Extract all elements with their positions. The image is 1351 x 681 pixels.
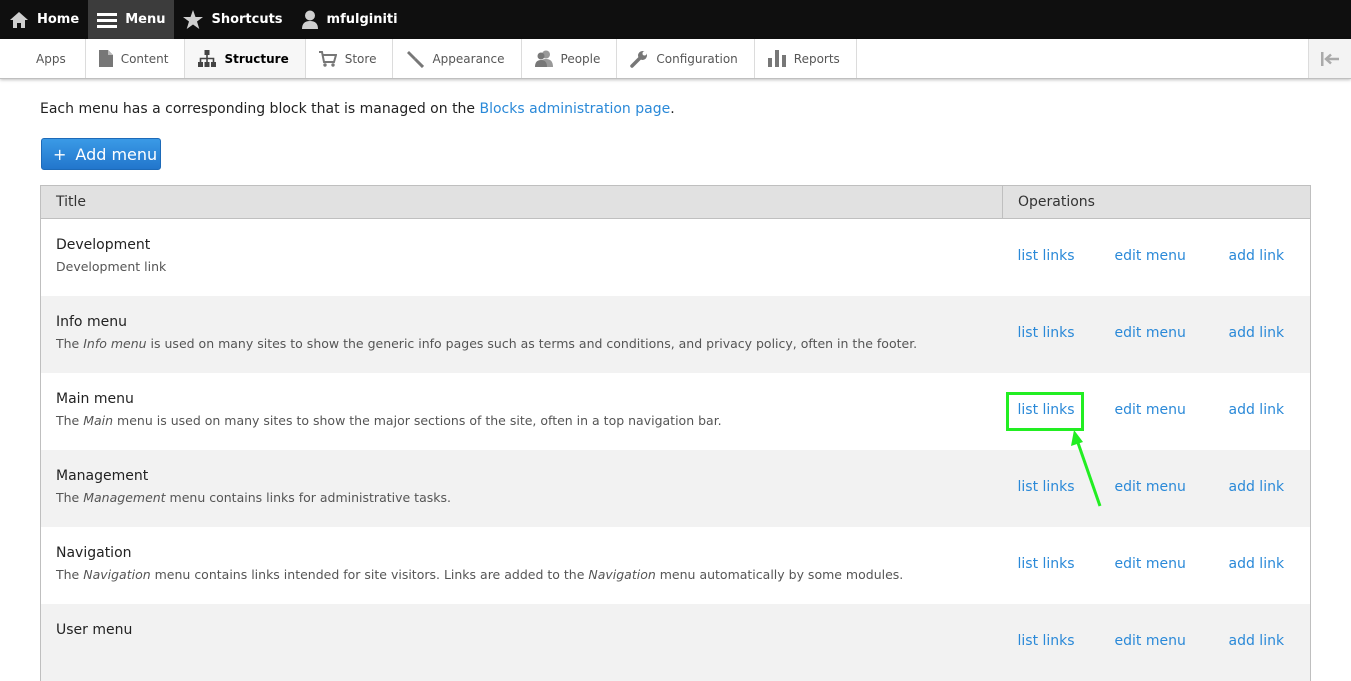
highlight-box [1006,392,1084,431]
add-menu-button[interactable]: + Add menu [41,138,161,170]
tray-label: Appearance [432,51,505,66]
edit-menu-link[interactable]: edit menu [1115,556,1186,572]
menu-description: The Info menu is used on many sites to s… [56,335,918,351]
hamburger-icon [97,12,118,28]
tray-item-reports[interactable]: Reports [755,39,857,78]
tray-label: Apps [36,51,66,66]
column-header-title: Title [40,185,1003,219]
title-cell: User menu [41,604,1003,681]
wrench-icon [630,50,648,68]
blocks-admin-link[interactable]: Blocks administration page [480,101,671,117]
cart-icon [318,50,337,67]
user-icon [301,10,318,29]
edit-menu-link[interactable]: edit menu [1115,248,1186,264]
table-row: Navigation The Navigation menu contains l… [41,527,1311,604]
column-header-operations: Operations [1002,185,1311,219]
toolbar-home[interactable]: Home [0,0,88,39]
title-cell: Info menu The Info menu is used on many s… [41,296,1003,373]
list-links-link[interactable]: list links [1018,556,1075,572]
menu-name: Main menu [56,390,134,407]
home-icon [10,11,28,28]
add-link-link[interactable]: add link [1229,479,1285,495]
tray-label: Store [344,51,377,66]
add-link-link[interactable]: add link [1229,325,1285,341]
star-icon [183,10,204,29]
toolbar-shortcuts-label: Shortcuts [211,12,283,27]
toolbar-tray: Apps Content Structure Store Appearance … [0,39,1351,79]
document-icon [98,50,113,67]
edit-menu-link[interactable]: edit menu [1115,633,1186,649]
intro-text: Each menu has a corresponding block that… [40,101,675,117]
menu-name: Info menu [56,313,127,330]
toolbar-shortcuts[interactable]: Shortcuts [174,0,291,39]
operations-cell: list links edit menu add link [1003,296,1311,373]
add-link-link[interactable]: add link [1229,633,1285,649]
operations-cell: list links edit menu add link [1003,450,1311,527]
add-link-link[interactable]: add link [1229,556,1285,572]
edit-menu-link[interactable]: edit menu [1115,402,1186,418]
plus-icon: + [53,144,67,164]
tray-item-people[interactable]: People [522,39,618,78]
tray-item-appearance[interactable]: Appearance [393,39,522,78]
structure-icon [198,50,217,67]
operations-cell: list links edit menu add link [1003,219,1311,296]
title-cell: Management The Management menu contains l… [41,450,1003,527]
tray-label: Reports [793,51,840,66]
table-row: Main menu The Main menu is used on many s… [41,373,1311,450]
tray-item-content[interactable]: Content [86,39,186,78]
collapse-tray-button[interactable] [1308,39,1351,78]
paintbrush-icon [407,50,425,68]
add-link-link[interactable]: add link [1229,402,1285,418]
tray-item-apps[interactable]: Apps [0,39,86,78]
operations-cell: list links edit menu add link [1003,604,1311,681]
bar-chart-icon [767,50,786,67]
list-links-link[interactable]: list links [1018,248,1075,264]
title-cell: Development Development link [41,219,1003,296]
menu-description: The Main menu is used on many sites to s… [56,412,722,428]
tray-label: People [560,51,601,66]
tray-label: Configuration [656,51,738,66]
menu-name: User menu [56,621,133,638]
admin-toolbar: Home Menu Shortcuts mfulginiti [0,0,1351,39]
menus-table: Title Operations Development Development … [40,185,1311,681]
menu-description: The Navigation menu contains links inten… [56,566,904,582]
tray-item-structure[interactable]: Structure [185,39,306,78]
menu-description: Development link [56,259,167,274]
collapse-left-icon [1321,51,1339,66]
table-row: Info menu The Info menu is used on many s… [40,295,1311,373]
menu-name: Management [56,467,149,484]
operations-cell: list links edit menu add link [1003,527,1311,604]
tray-label: Content [120,51,169,66]
title-cell: Navigation The Navigation menu contains l… [41,527,1003,604]
toolbar-menu-label: Menu [125,12,166,27]
tray-label: Structure [224,51,289,66]
list-links-link[interactable]: list links [1018,325,1075,341]
tray-item-configuration[interactable]: Configuration [617,39,755,78]
toolbar-user[interactable]: mfulginiti [292,0,407,39]
edit-menu-link[interactable]: edit menu [1115,325,1186,341]
menu-name: Development [56,237,151,253]
people-icon [534,50,553,67]
toolbar-home-label: Home [37,12,80,27]
edit-menu-link[interactable]: edit menu [1115,479,1186,495]
menu-description: The Management menu contains links for a… [56,489,451,505]
tray-item-store[interactable]: Store [306,39,394,78]
table-row: Management The Management menu contains l… [40,449,1311,527]
title-cell: Main menu The Main menu is used on many s… [41,373,1003,450]
list-links-link[interactable]: list links [1018,633,1075,649]
toolbar-user-label: mfulginiti [326,12,398,27]
add-menu-label: Add menu [75,144,158,164]
table-row: User menu list links edit menu add link [40,603,1311,681]
add-link-link[interactable]: add link [1229,248,1285,264]
table-row: Development Development link list links edi… [41,219,1311,296]
toolbar-menu[interactable]: Menu [88,0,175,39]
list-links-link[interactable]: list links [1018,479,1075,495]
menu-name: Navigation [56,544,132,561]
